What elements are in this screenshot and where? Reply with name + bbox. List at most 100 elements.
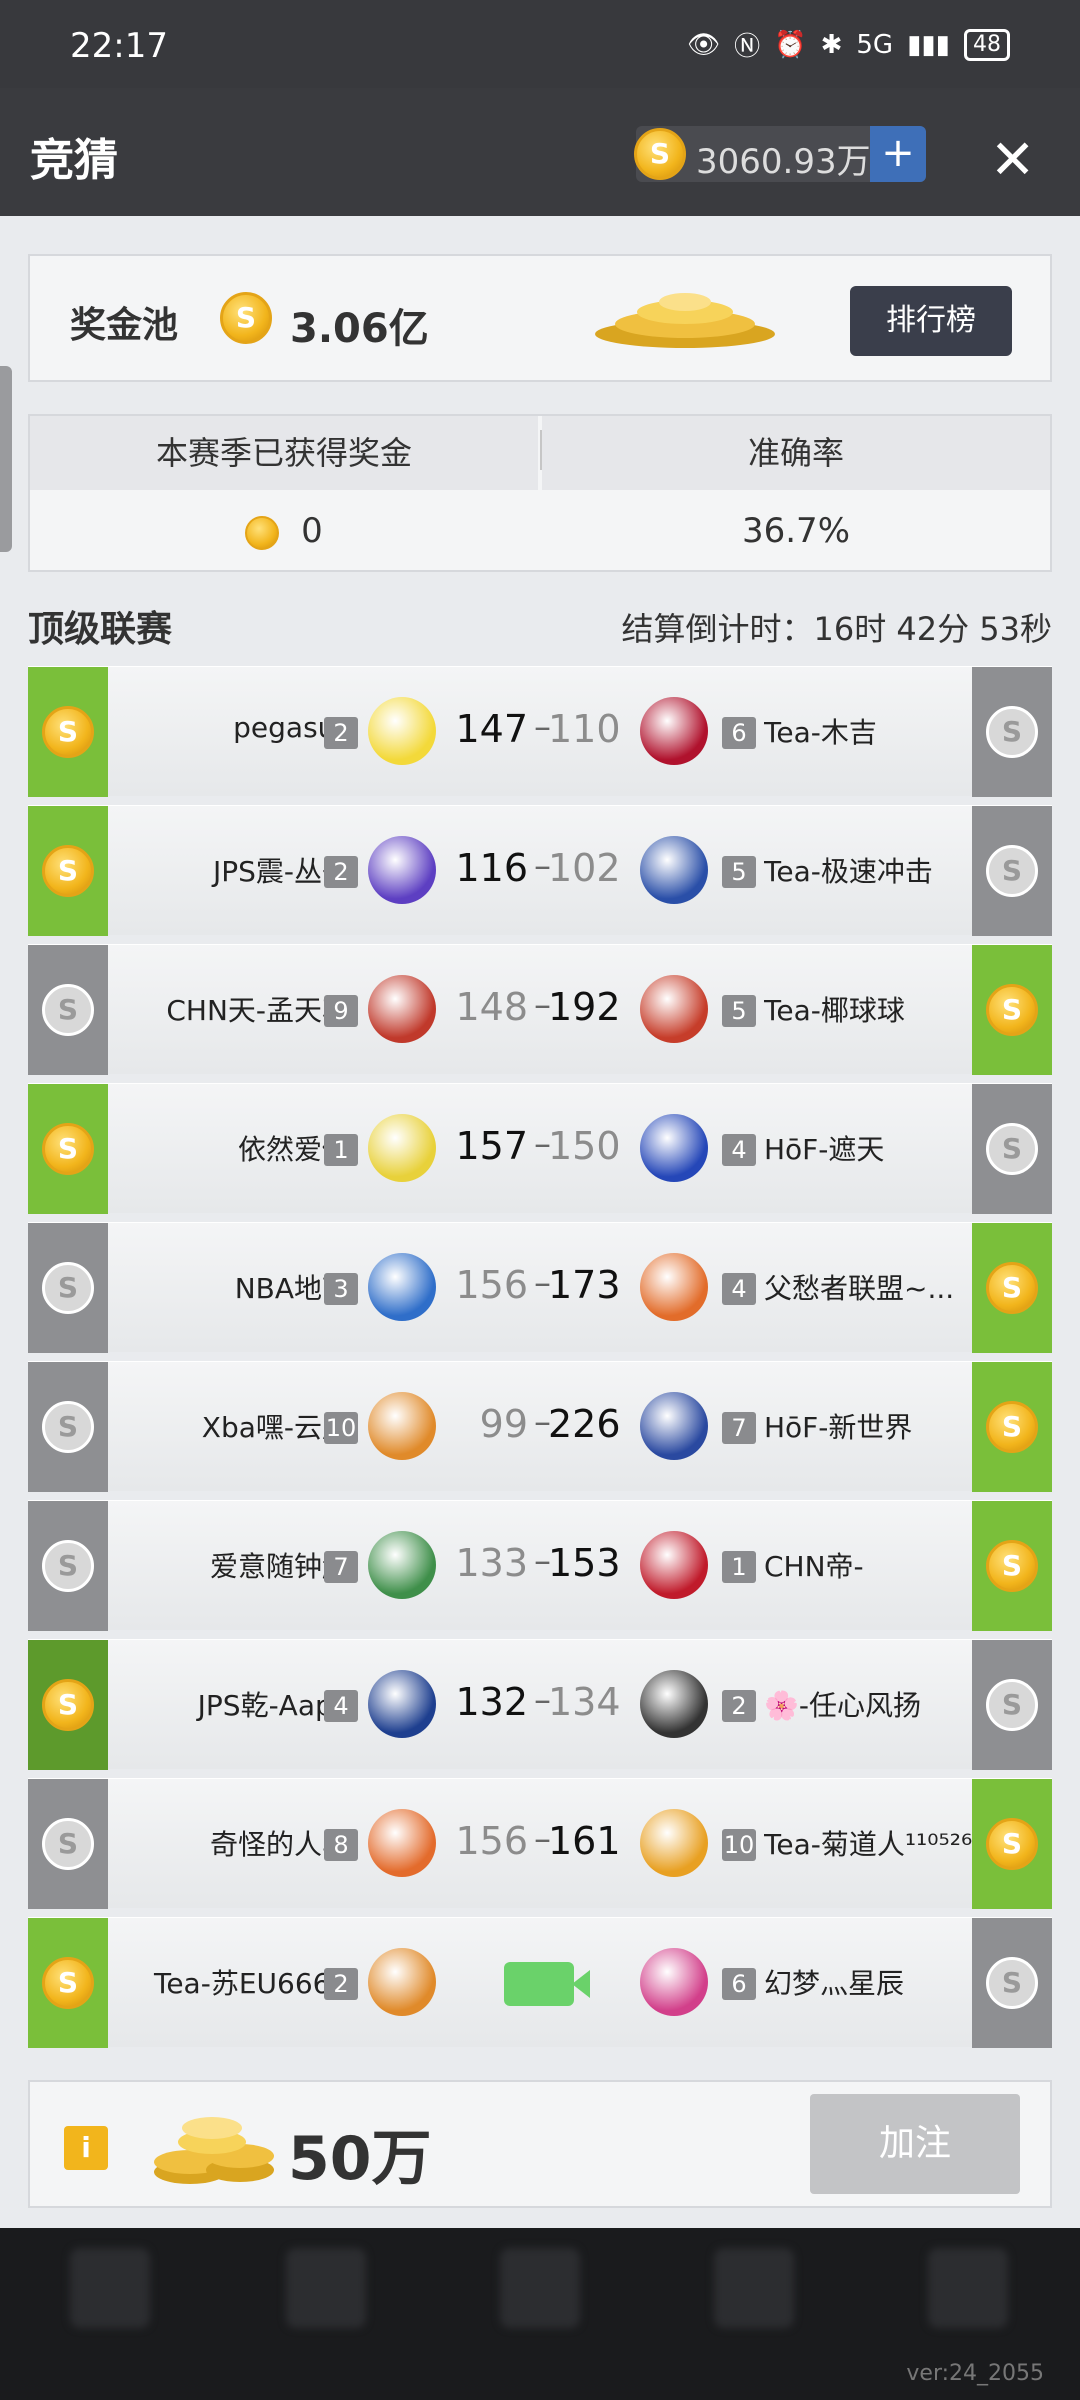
status-time: 22:17 xyxy=(70,26,168,66)
match-row[interactable]: S Xba嘿-云成 10 99–226 7 HōF-新世界 S xyxy=(28,1361,1052,1492)
away-score: 153 xyxy=(548,1541,621,1585)
away-score: 173 xyxy=(548,1263,621,1307)
bet-away-button[interactable]: S xyxy=(972,1640,1052,1770)
raise-bet-button[interactable]: 加注 xyxy=(810,2094,1020,2194)
nav-item-blurred[interactable] xyxy=(286,2248,366,2328)
match-row[interactable]: S Tea-苏EU666C 2 6 幻梦灬星辰 S xyxy=(28,1917,1052,2048)
coin-icon: S xyxy=(42,984,94,1036)
bet-home-button[interactable]: S xyxy=(28,667,108,797)
home-team-level: 10 xyxy=(324,1412,358,1444)
home-team-level: 7 xyxy=(324,1551,358,1583)
home-score: 133 xyxy=(455,1541,528,1585)
bet-away-button[interactable]: S xyxy=(972,1501,1052,1631)
coin-icon: S xyxy=(986,1818,1038,1870)
bet-home-button[interactable]: S xyxy=(28,1223,108,1353)
earned-label: 本赛季已获得奖金 xyxy=(30,416,538,490)
accuracy-label: 准确率 xyxy=(542,416,1050,490)
bet-home-button[interactable]: S xyxy=(28,1640,108,1770)
bet-away-button[interactable]: S xyxy=(972,806,1052,936)
leaderboard-button[interactable]: 排行榜 xyxy=(850,286,1012,356)
nav-item-blurred[interactable] xyxy=(928,2248,1008,2328)
home-score: 157 xyxy=(455,1124,528,1168)
home-team-logo-icon xyxy=(368,1670,436,1738)
home-team-logo-icon xyxy=(368,975,436,1043)
match-row[interactable]: Spegasus 2 147–110 6 Tea-木吉 S xyxy=(28,666,1052,797)
network-label: 5G xyxy=(856,29,894,60)
bet-away-button[interactable]: S xyxy=(972,667,1052,797)
away-score: 134 xyxy=(548,1680,621,1724)
home-team-level: 2 xyxy=(324,717,358,749)
away-score: 226 xyxy=(548,1402,621,1446)
balance-display: S 3060.93万 + xyxy=(634,126,926,182)
header-bar: 竞猜 S 3060.93万 + ✕ xyxy=(0,88,1080,216)
away-team-name: HōF-遮天 xyxy=(764,1133,885,1166)
coin-icon: S xyxy=(986,1540,1038,1592)
home-score: 148 xyxy=(455,985,528,1029)
side-handle[interactable] xyxy=(0,366,12,552)
bet-home-button[interactable]: S xyxy=(28,1362,108,1492)
match-row[interactable]: S JPS震-丛子 2 116–102 5 Tea-极速冲击 S xyxy=(28,805,1052,936)
home-score: 116 xyxy=(455,846,528,890)
away-team-name: 幻梦灬星辰 xyxy=(764,1967,905,2000)
earned-value: 0 xyxy=(301,511,323,551)
coin-icon: S xyxy=(42,845,94,897)
home-score: 147 xyxy=(455,707,528,751)
match-row[interactable]: S CHN天-孟天尊 9 148–192 5 Tea-椰球球 S xyxy=(28,944,1052,1075)
away-team-level: 7 xyxy=(722,1412,756,1444)
bet-home-button[interactable]: S xyxy=(28,1918,108,2048)
coin-pile-icon xyxy=(595,293,775,348)
match-row[interactable]: S 依然爱你 1 157–150 4 HōF-遮天 S xyxy=(28,1083,1052,1214)
version-label: ver:24_2055 xyxy=(906,2361,1044,2386)
away-score: 102 xyxy=(548,846,621,890)
coin-icon: S xyxy=(42,1401,94,1453)
bet-away-button[interactable]: S xyxy=(972,1084,1052,1214)
bet-home-button[interactable]: S xyxy=(28,1084,108,1214)
live-video-icon[interactable] xyxy=(504,1962,590,2006)
bet-away-button[interactable]: S xyxy=(972,1223,1052,1353)
coin-icon: S xyxy=(42,1818,94,1870)
match-row[interactable]: S NBA地带 3 156–173 4 父愁者联盟~... S xyxy=(28,1222,1052,1353)
nav-item-blurred[interactable] xyxy=(714,2248,794,2328)
away-team-level: 5 xyxy=(722,995,756,1027)
coin-icon: S xyxy=(634,128,686,180)
away-team-logo-icon xyxy=(640,1948,708,2016)
bet-home-button[interactable]: S xyxy=(28,1779,108,1909)
away-team-level: 5 xyxy=(722,856,756,888)
bet-home-button[interactable]: S xyxy=(28,1501,108,1631)
away-team-level: 10 xyxy=(722,1829,756,1861)
nav-item-blurred[interactable] xyxy=(500,2248,580,2328)
match-row[interactable]: S 奇怪的人马 8 156–161 10 Tea-菊道人¹¹⁰⁵²⁶ S xyxy=(28,1778,1052,1909)
home-team-logo-icon xyxy=(368,1948,436,2016)
home-score: 156 xyxy=(455,1263,528,1307)
coin-stack-icon xyxy=(154,2117,274,2184)
league-title: 顶级联赛 xyxy=(28,609,173,650)
bottom-navigation: ver:24_2055 xyxy=(0,2228,1080,2400)
coin-icon: S xyxy=(42,706,94,758)
home-score: 132 xyxy=(455,1680,528,1724)
away-team-name: 🌸-任心风扬 xyxy=(764,1689,921,1722)
info-icon[interactable]: i xyxy=(64,2126,108,2170)
away-team-name: 父愁者联盟~... xyxy=(764,1272,955,1305)
bet-away-button[interactable]: S xyxy=(972,1362,1052,1492)
bet-home-button[interactable]: S xyxy=(28,806,108,936)
nav-item-blurred[interactable] xyxy=(70,2248,150,2328)
home-team-level: 4 xyxy=(324,1690,358,1722)
away-team-name: Tea-极速冲击 xyxy=(764,855,933,888)
home-score: 156 xyxy=(455,1819,528,1863)
close-button[interactable]: ✕ xyxy=(990,128,1035,191)
bet-home-button[interactable]: S xyxy=(28,945,108,1075)
bet-away-button[interactable]: S xyxy=(972,1779,1052,1909)
home-team-logo-icon xyxy=(368,1392,436,1460)
away-team-logo-icon xyxy=(640,1114,708,1182)
bet-away-button[interactable]: S xyxy=(972,945,1052,1075)
away-team-logo-icon xyxy=(640,1531,708,1599)
bet-away-button[interactable]: S xyxy=(972,1918,1052,2048)
bluetooth-icon: ✱ xyxy=(820,29,843,60)
nfc-icon: Ⓝ xyxy=(734,32,761,62)
home-score: 99 xyxy=(479,1402,528,1446)
away-score: 192 xyxy=(548,985,621,1029)
match-row[interactable]: S 爱意随钟起 7 133–153 1 CHN帝- S xyxy=(28,1500,1052,1631)
away-team-level: 4 xyxy=(722,1273,756,1305)
match-row[interactable]: S JPS乾-Aape 4 132–134 2 🌸-任心风扬 S xyxy=(28,1639,1052,1770)
add-balance-button[interactable]: + xyxy=(870,126,926,182)
